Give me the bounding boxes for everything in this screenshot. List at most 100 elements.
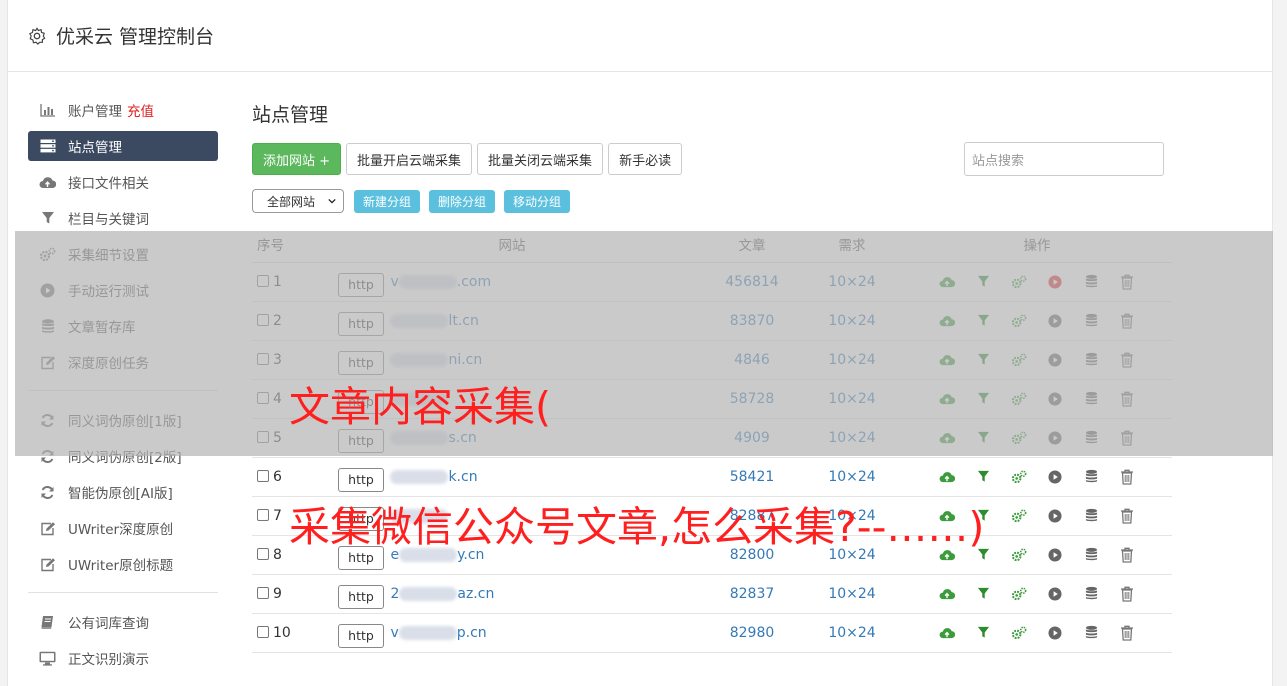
domain-suffix: az.cn	[457, 585, 495, 602]
trash-icon[interactable]	[1117, 545, 1137, 565]
row-number-cell: 10	[252, 613, 322, 653]
sidebar-divider	[28, 592, 218, 593]
row-number: 6	[273, 468, 282, 485]
article-count[interactable]: 82837	[702, 574, 802, 614]
site-domain[interactable]: 2 az.cn	[390, 586, 494, 602]
site-cell: http k.cn	[322, 457, 702, 497]
delete-group-button[interactable]: 删除分组	[429, 189, 496, 213]
play-circle-icon[interactable]	[1045, 506, 1065, 526]
trash-icon[interactable]	[1117, 506, 1137, 526]
overlay-title-line1: 文章内容采集(	[289, 383, 551, 431]
article-count[interactable]: 58421	[702, 457, 802, 497]
row-number: 10	[273, 624, 291, 641]
row-actions	[902, 574, 1172, 614]
table-row: 6 http k.cn 58421 10×24	[252, 457, 1172, 497]
cogs-icon[interactable]	[1009, 584, 1029, 604]
play-circle-icon[interactable]	[1045, 584, 1065, 604]
top-bar: 优采云 管理控制台	[8, 0, 1272, 72]
cogs-icon[interactable]	[1009, 506, 1029, 526]
add-site-button[interactable]: 添加网站 +	[252, 143, 342, 175]
sidebar-item-label: 站点管理	[68, 140, 122, 156]
cloud-upload-icon[interactable]	[937, 584, 957, 604]
database-icon[interactable]	[1081, 623, 1101, 643]
row-checkbox[interactable]	[257, 508, 269, 521]
monitor-icon	[39, 651, 56, 666]
database-icon[interactable]	[1081, 545, 1101, 565]
site-domain[interactable]: k.cn	[390, 469, 478, 485]
scheme-badge[interactable]: http	[338, 623, 384, 648]
book-icon	[39, 615, 56, 630]
cloud-upload-icon	[39, 175, 56, 190]
site-domain[interactable]: v p.cn	[390, 625, 486, 641]
sidebar-item-items3-0[interactable]: 公有词库查询	[28, 604, 218, 640]
database-icon[interactable]	[1081, 506, 1101, 526]
sidebar-item-items3-1[interactable]: 正文识别演示	[28, 640, 218, 676]
sidebar-item-label: 账户管理	[68, 104, 122, 120]
filter-icon[interactable]	[973, 467, 993, 487]
edit-icon	[39, 521, 56, 536]
database-icon[interactable]	[1081, 584, 1101, 604]
edit-icon	[39, 557, 56, 572]
sidebar-item-items-1[interactable]: 站点管理	[28, 131, 218, 161]
demand-value[interactable]: 10×24	[802, 613, 902, 653]
cogs-icon[interactable]	[1009, 545, 1029, 565]
play-circle-icon[interactable]	[1045, 467, 1065, 487]
play-circle-icon[interactable]	[1045, 545, 1065, 565]
site-search-input[interactable]: 站点搜索	[964, 142, 1164, 176]
move-group-button[interactable]: 移动分组	[504, 189, 571, 213]
sidebar-item-label: UWriter深度原创	[68, 522, 174, 538]
site-cell: http v p.cn	[322, 613, 702, 653]
trash-icon[interactable]	[1117, 623, 1137, 643]
batch-close-cloud-button[interactable]: 批量关闭云端采集	[477, 143, 604, 175]
row-checkbox[interactable]	[257, 469, 269, 482]
gear-icon	[28, 26, 46, 45]
sidebar-item-items2-3[interactable]: UWriter深度原创	[28, 510, 218, 546]
sidebar-item-label: 智能伪原创[AI版]	[68, 486, 173, 502]
cloud-upload-icon[interactable]	[937, 467, 957, 487]
page-title: 站点管理	[252, 104, 329, 126]
group-select[interactable]: 全部网站	[252, 189, 344, 213]
row-number: 8	[273, 546, 282, 563]
filter-icon[interactable]	[973, 584, 993, 604]
refresh-icon	[39, 485, 56, 500]
redacted-mask	[390, 469, 449, 484]
row-number-cell: 6	[252, 457, 322, 497]
trash-icon[interactable]	[1117, 584, 1137, 604]
guide-button[interactable]: 新手必读	[608, 143, 683, 175]
row-checkbox[interactable]	[257, 547, 269, 560]
scheme-badge[interactable]: http	[338, 584, 384, 609]
redacted-mask	[398, 625, 457, 640]
group-bar: 全部网站 新建分组 删除分组 移动分组	[252, 189, 1172, 213]
row-checkbox[interactable]	[257, 586, 269, 599]
row-number: 7	[273, 507, 282, 524]
row-number: 9	[273, 585, 282, 602]
demand-value[interactable]: 10×24	[802, 457, 902, 497]
sidebar-item-label: 公有词库查询	[68, 616, 149, 632]
scheme-badge[interactable]: http	[338, 467, 384, 492]
sidebar-item-items-2[interactable]: 接口文件相关	[28, 164, 218, 200]
sidebar-item-label: 栏目与关键词	[68, 212, 149, 228]
domain-prefix: 2	[390, 585, 400, 602]
sidebar-item-label: 正文识别演示	[68, 652, 149, 668]
article-count[interactable]: 82980	[702, 613, 802, 653]
row-checkbox[interactable]	[257, 625, 269, 638]
cogs-icon[interactable]	[1009, 623, 1029, 643]
new-group-button[interactable]: 新建分组	[354, 189, 421, 213]
recharge-link[interactable]: 充值	[127, 100, 154, 120]
sidebar-item-items2-4[interactable]: UWriter原创标题	[28, 546, 218, 582]
filter-icon[interactable]	[973, 623, 993, 643]
sidebar-item-items2-2[interactable]: 智能伪原创[AI版]	[28, 474, 218, 510]
cogs-icon[interactable]	[1009, 467, 1029, 487]
sidebar-item-label: 接口文件相关	[68, 176, 149, 192]
table-row: 10 http v p.cn 82980 10×24	[252, 613, 1172, 653]
cloud-upload-icon[interactable]	[937, 623, 957, 643]
play-circle-icon[interactable]	[1045, 623, 1065, 643]
trash-icon[interactable]	[1117, 467, 1137, 487]
batch-open-cloud-button[interactable]: 批量开启云端采集	[346, 143, 473, 175]
domain-suffix: p.cn	[456, 624, 487, 641]
row-actions	[902, 613, 1172, 653]
sidebar-item-items-0[interactable]: 账户管理 充值	[28, 92, 218, 128]
database-icon[interactable]	[1081, 467, 1101, 487]
chevron-down-icon	[328, 198, 336, 204]
demand-value[interactable]: 10×24	[802, 574, 902, 614]
